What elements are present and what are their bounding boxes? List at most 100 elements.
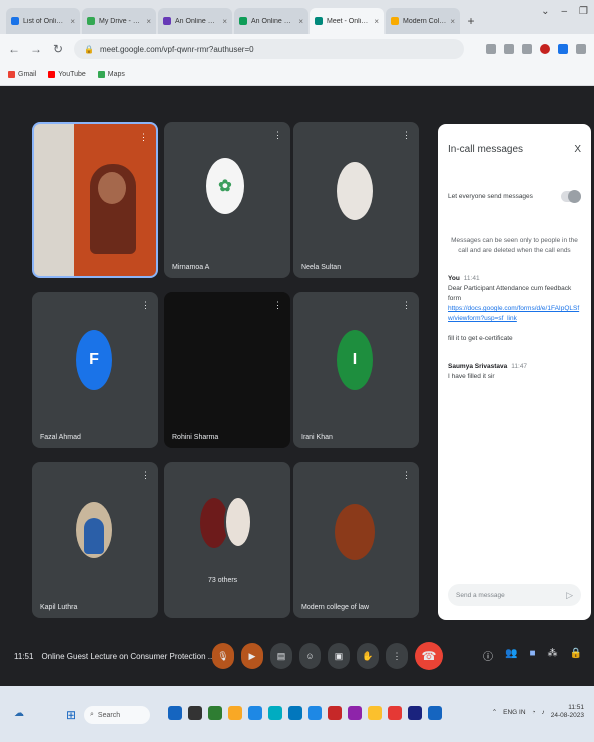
browser-tab[interactable]: My Drive - Google Dr× [82,8,156,34]
participant-name: Mirnamoa A [172,264,210,271]
bookmark-maps[interactable]: Maps [97,71,125,78]
end-call-icon[interactable]: ☎ [415,642,443,670]
bookmark-youtube[interactable]: YouTube [48,71,86,78]
app-icon[interactable] [408,706,422,720]
close-icon[interactable]: × [298,17,303,26]
browser-tab[interactable]: An Online Guest Lect× [158,8,232,34]
send-icon[interactable]: ▷ [566,590,573,601]
people-icon[interactable]: 👥 [505,648,517,663]
app-icon[interactable] [168,706,182,720]
close-icon[interactable]: × [374,17,379,26]
chat-header: In-call messages X [448,144,581,155]
captions-icon[interactable]: ▤ [270,643,292,669]
app-icon[interactable] [368,706,382,720]
message-link[interactable]: https://docs.google.com/forms/d/e/1FAIpQ… [448,304,581,324]
camera-icon[interactable]: ▶ [241,643,263,669]
bookmark-gmail[interactable]: Gmail [8,71,36,78]
more-options-icon[interactable]: ⋮ [402,300,411,311]
tab-favicon [239,17,247,25]
app-icon[interactable] [228,706,242,720]
browser-tab[interactable]: An Online Guest Lect× [234,8,308,34]
participant-tile[interactable]: F Fazal Ahmad ⋮ [32,292,158,448]
participant-tile[interactable]: ⋮ [32,122,158,278]
forward-arrow-icon[interactable]: → [30,42,42,56]
chevron-down-icon[interactable]: ⌄ [541,6,549,17]
volume-icon[interactable]: ♪ [542,709,545,716]
close-icon[interactable]: × [146,17,151,26]
chat-permission-toggle[interactable] [561,190,581,203]
lock-icon[interactable]: 🔒 [570,648,582,663]
restore-icon[interactable]: ❐ [579,6,588,17]
more-options-icon[interactable]: ⋮ [402,470,411,481]
profile-avatar[interactable] [576,44,586,54]
mic-icon[interactable]: 🎙 [212,643,234,669]
more-options-icon[interactable]: ⋮ [273,300,282,311]
more-options-icon[interactable]: ⋮ [141,470,150,481]
app-icon[interactable] [348,706,362,720]
app-icon[interactable] [188,706,202,720]
app-icon[interactable] [268,706,282,720]
close-icon[interactable]: × [70,17,75,26]
app-icon[interactable] [328,706,342,720]
reload-icon[interactable]: ↻ [52,42,64,56]
participant-tile[interactable]: ✿ Mirnamoa A ⋮ [164,122,290,278]
participant-tile[interactable]: Kapil Luthra ⋮ [32,462,158,618]
activities-icon[interactable]: ⁂ [548,648,558,663]
close-icon[interactable]: × [450,17,455,26]
app-icon[interactable] [208,706,222,720]
camera-icon[interactable] [486,44,496,54]
app-icon[interactable] [388,706,402,720]
chat-input-placeholder: Send a message [456,591,505,599]
more-options-icon[interactable]: ⋮ [141,300,150,311]
participant-tile[interactable]: Modern college of law ⋮ [293,462,419,618]
taskbar-search[interactable]: ⌕ Search [84,706,150,724]
app-icon[interactable] [288,706,302,720]
more-options-icon[interactable]: ⋮ [273,130,282,141]
chat-message-input[interactable]: Send a message ▷ [448,584,581,606]
tab-favicon [315,17,323,25]
tab-favicon [391,17,399,25]
avatar-portrait [84,518,104,554]
browser-tab-bar: List of Online Lecture× My Drive - Googl… [0,0,594,34]
app-icon[interactable] [428,706,442,720]
address-bar[interactable]: 🔒 meet.google.com/vpf-qwnr-rmr?authuser=… [74,39,464,59]
minimize-icon[interactable]: – [561,6,567,17]
participant-tile[interactable]: 73 others [164,462,290,618]
wifi-icon[interactable]: ◔ [532,709,536,716]
app-icon[interactable] [248,706,262,720]
participant-tile[interactable]: Rohini Sharma ⋮ [164,292,290,448]
share-icon[interactable] [504,44,514,54]
participant-tile[interactable]: I Irani Khan ⋮ [293,292,419,448]
emoji-icon[interactable]: ☺ [299,643,321,669]
chevron-up-icon[interactable]: ⌃ [492,708,497,716]
close-icon[interactable]: × [222,17,227,26]
extension-icon[interactable] [540,44,550,54]
start-icon[interactable]: ⊞ [66,708,76,722]
chat-icon[interactable]: ■ [530,648,536,663]
browser-tab[interactable]: List of Online Lecture× [6,8,80,34]
clock[interactable]: 11:51 24-08-2023 [551,704,584,720]
new-tab-button[interactable]: + [462,8,480,34]
close-icon[interactable]: X [574,144,581,155]
sidebar-icon[interactable] [558,44,568,54]
more-options-icon[interactable]: ⋮ [402,130,411,141]
browser-tab-active[interactable]: Meet - Online G× [310,8,384,34]
language-indicator[interactable]: ENG IN [503,709,525,716]
browser-tab[interactable]: Modern College of L× [386,8,460,34]
participant-tile[interactable]: Neela Sultan ⋮ [293,122,419,278]
raise-hand-icon[interactable]: ✋ [357,643,379,669]
widgets-icon[interactable]: ☁ [14,708,24,719]
info-icon[interactable]: ⓘ [483,648,493,663]
star-icon[interactable] [522,44,532,54]
app-icon[interactable] [308,706,322,720]
participant-name: Kapil Luthra [40,604,78,611]
window-controls: ⌄ – ❐ [541,6,588,17]
more-options-icon[interactable]: ⋮ [139,132,148,143]
participant-name: Irani Khan [301,434,333,441]
present-icon[interactable]: ▣ [328,643,350,669]
back-arrow-icon[interactable]: ← [8,42,20,56]
more-options-icon[interactable]: ⋮ [386,643,408,669]
avatar [224,496,252,548]
chat-message: You 11:41 Dear Participant Attendance cum… [448,274,581,344]
avatar: F [76,330,112,390]
